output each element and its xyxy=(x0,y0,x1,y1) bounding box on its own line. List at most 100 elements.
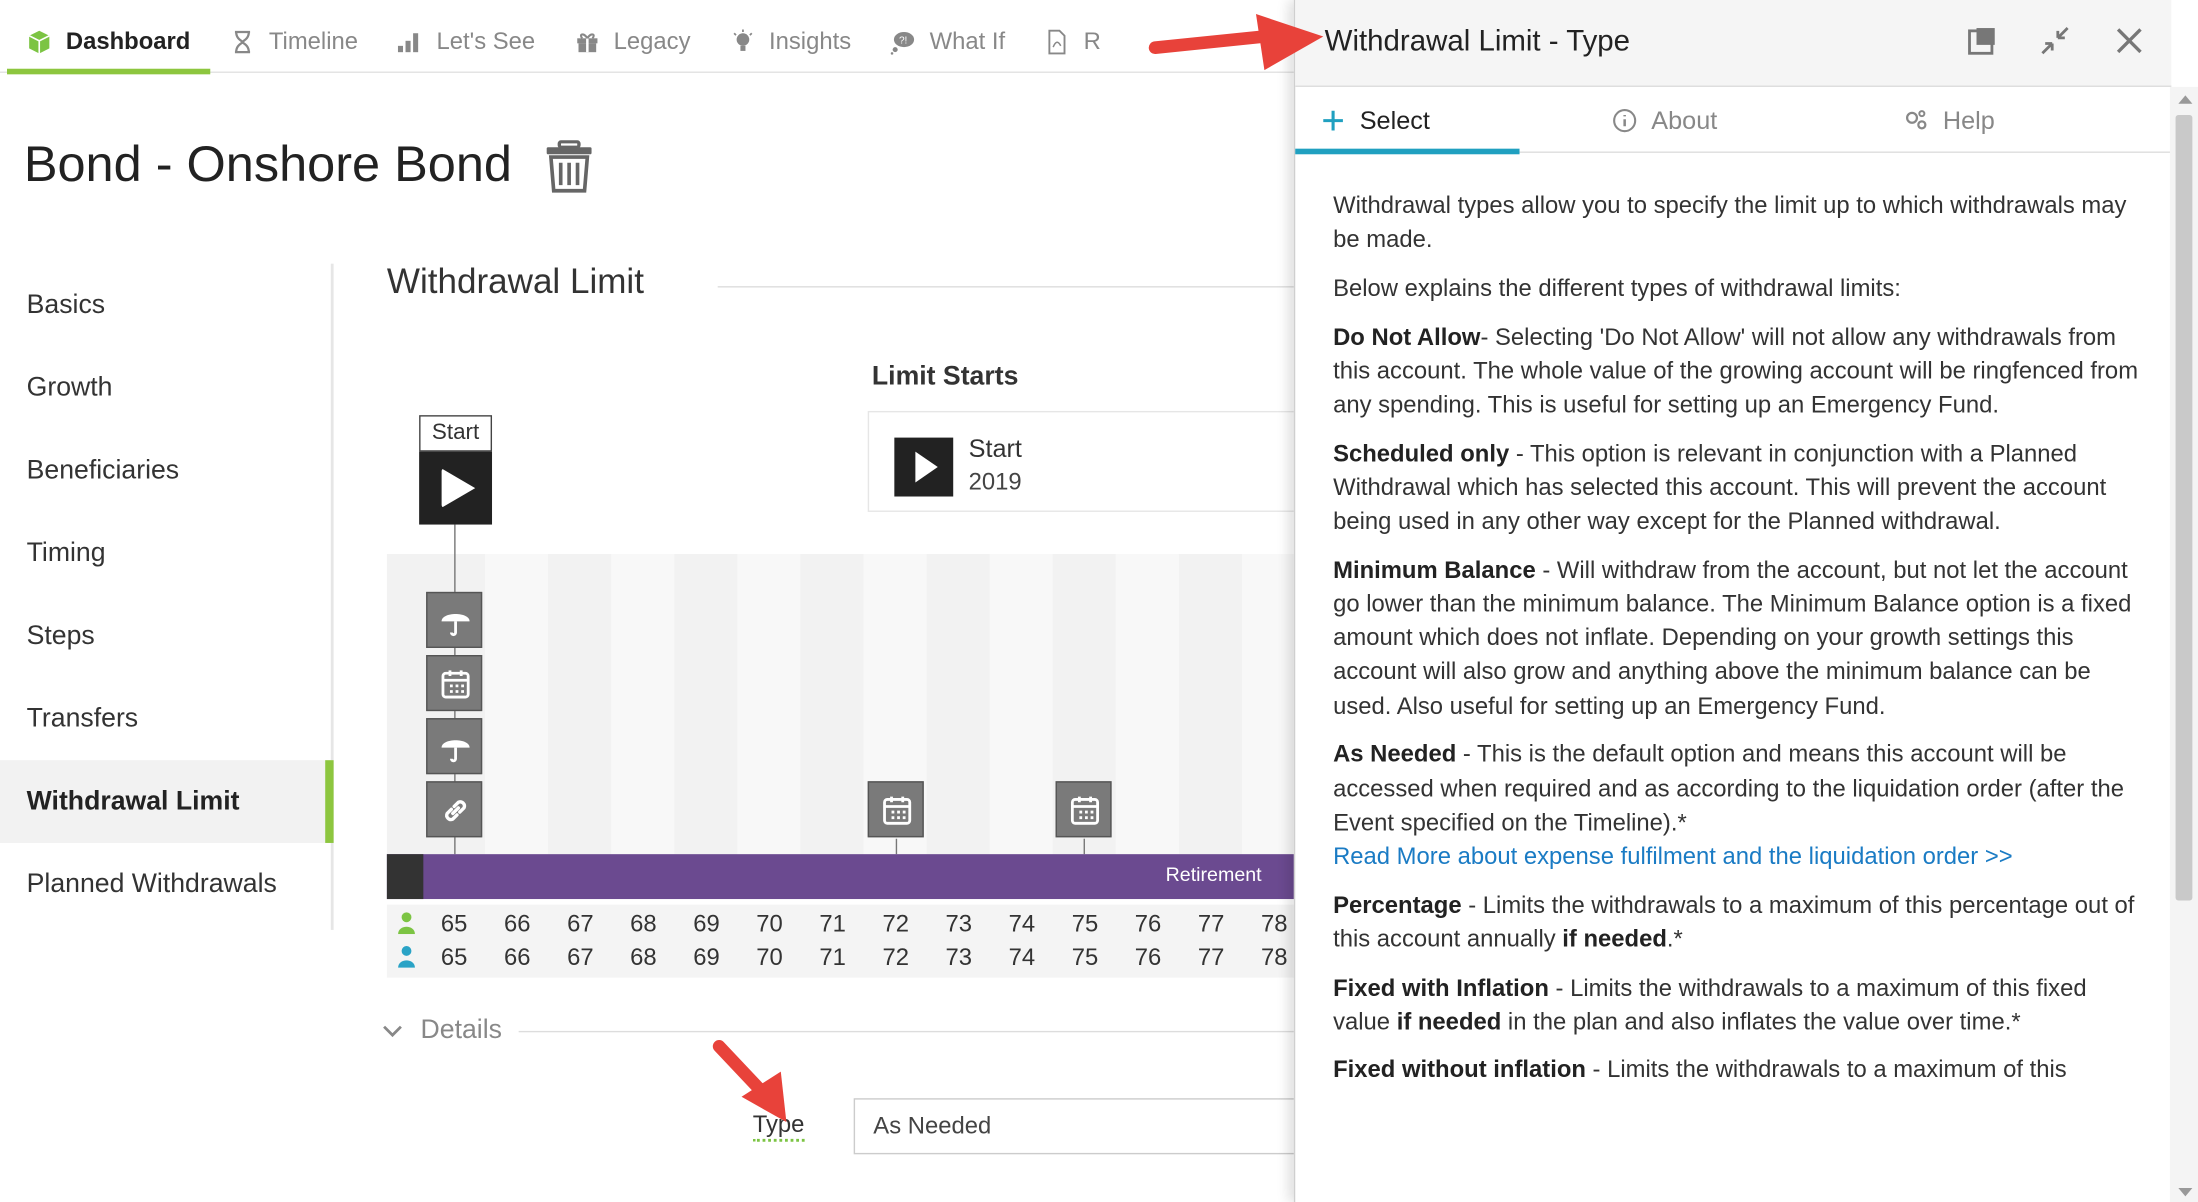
info-icon xyxy=(1613,109,1637,133)
event-calendar[interactable] xyxy=(1055,781,1112,838)
pre-retirement-segment xyxy=(386,854,424,900)
age-value: 69 xyxy=(693,943,720,971)
age-value: 67 xyxy=(567,910,594,937)
age-value: 74 xyxy=(1008,910,1036,937)
link-icon xyxy=(445,800,467,822)
event-link[interactable] xyxy=(426,781,483,838)
definition-term: As Needed xyxy=(1333,741,1457,768)
event-umbrella[interactable] xyxy=(426,718,483,775)
tab-label: About xyxy=(1651,105,1718,134)
nav-steps[interactable]: Steps xyxy=(0,595,331,678)
retirement-label: Retirement xyxy=(1165,862,1262,886)
panel-tabs: Select About Help xyxy=(1295,88,2172,155)
age-row-person1: 65 66 67 68 69 70 71 72 73 74 75 76 77 78 xyxy=(387,907,1312,941)
divider xyxy=(518,1030,1304,1033)
emphasis: if needed xyxy=(1396,1008,1502,1035)
timeline-stripe xyxy=(611,554,675,856)
limit-start-card[interactable]: Start 2019 xyxy=(867,410,1317,512)
age-value: 68 xyxy=(630,910,657,937)
nav-transfers[interactable]: Transfers xyxy=(0,677,331,760)
popout-icon[interactable] xyxy=(1967,25,1998,56)
tab-about[interactable]: About xyxy=(1612,88,1717,153)
event-calendar[interactable] xyxy=(426,655,483,712)
age-value: 77 xyxy=(1197,910,1225,937)
retirement-bar[interactable]: Retirement xyxy=(386,854,1313,900)
definition-text: - Limits the withdrawals to a maximum of… xyxy=(1585,1056,2067,1084)
timeline-stripe xyxy=(989,554,1053,856)
age-value: 75 xyxy=(1071,943,1099,971)
nav-withdrawal-limit[interactable]: Withdrawal Limit xyxy=(0,760,334,843)
age-value: 65 xyxy=(440,910,468,937)
nav-basics[interactable]: Basics xyxy=(0,264,331,347)
page-title: Bond - Onshore Bond xyxy=(23,134,512,193)
trash-icon[interactable] xyxy=(545,140,593,193)
panel-title: Withdrawal Limit - Type xyxy=(1324,25,1631,58)
read-more-link[interactable]: Read More about expense fulfilment and t… xyxy=(1333,843,2013,870)
tab-help[interactable]: Help xyxy=(1904,88,1995,153)
nav-label: Growth xyxy=(26,372,113,402)
connector-line xyxy=(1083,838,1085,855)
timeline-stripe xyxy=(485,554,549,856)
tab-legacy[interactable]: Legacy xyxy=(555,11,710,73)
tab-insights[interactable]: Insights xyxy=(710,11,871,73)
collapse-icon[interactable] xyxy=(2040,25,2071,56)
divider xyxy=(717,286,1307,288)
play-icon xyxy=(894,437,954,497)
person-icon xyxy=(398,946,415,968)
panel-body: Withdrawal types allow you to specify th… xyxy=(1333,189,2139,1102)
timeline-stripe xyxy=(1115,554,1179,856)
event-umbrella[interactable] xyxy=(426,591,483,648)
scroll-down-icon[interactable] xyxy=(2178,1187,2193,1197)
nav-growth[interactable]: Growth xyxy=(0,346,331,429)
lightbulb-icon xyxy=(732,28,752,51)
definition-term: Scheduled only xyxy=(1333,440,1510,467)
age-value: 71 xyxy=(819,910,846,937)
age-value: 69 xyxy=(693,910,720,937)
event-calendar[interactable] xyxy=(867,781,924,838)
tab-label: Select xyxy=(1359,105,1430,134)
nav-timing[interactable]: Timing xyxy=(0,512,331,595)
calendar-icon xyxy=(1070,796,1099,825)
age-row-person2: 65 66 67 68 69 70 71 72 73 74 75 76 77 78 xyxy=(387,941,1312,975)
tab-select[interactable]: Select xyxy=(1295,88,1520,155)
nav-planned-withdrawals[interactable]: Planned Withdrawals xyxy=(0,843,331,926)
details-toggle[interactable]: Details xyxy=(381,1015,502,1046)
tab-label: Help xyxy=(1942,105,1995,134)
nav-beneficiaries[interactable]: Beneficiaries xyxy=(0,429,331,512)
panel-scrollbar[interactable] xyxy=(2169,86,2198,1202)
tab-lets-see[interactable]: Let's See xyxy=(378,11,555,73)
plus-icon xyxy=(1323,110,1343,131)
tab-label: Legacy xyxy=(613,27,691,54)
definition-item: Fixed with Inflation - Limits the withdr… xyxy=(1333,971,2139,1039)
tab-what-if[interactable]: ?! What If xyxy=(871,11,1025,73)
start-marker-label: Start xyxy=(419,415,493,452)
connector-line xyxy=(895,838,898,855)
details-label: Details xyxy=(420,1015,502,1045)
age-value: 76 xyxy=(1134,943,1162,971)
tab-label: Dashboard xyxy=(65,27,191,54)
scroll-thumb[interactable] xyxy=(2175,115,2193,901)
nav-label: Basics xyxy=(26,289,106,320)
nav-label: Beneficiaries xyxy=(26,455,180,485)
umbrella-icon xyxy=(441,740,470,763)
age-value: 72 xyxy=(882,943,909,971)
gift-icon xyxy=(576,32,598,52)
tab-dashboard[interactable]: Dashboard xyxy=(7,11,210,74)
tab-reports[interactable]: R xyxy=(1025,11,1121,73)
age-value: 66 xyxy=(503,910,531,937)
type-select[interactable]: As Needed xyxy=(853,1098,1317,1155)
start-marker-play-icon[interactable] xyxy=(419,451,493,525)
cube-icon xyxy=(28,30,50,53)
nav-label: Withdrawal Limit xyxy=(26,786,240,816)
thought-bubble-icon: ?! xyxy=(891,31,915,54)
scroll-up-icon[interactable] xyxy=(2178,95,2193,104)
definition-item: Scheduled only - This option is relevant… xyxy=(1333,437,2139,539)
tab-timeline[interactable]: Timeline xyxy=(210,11,378,73)
umbrella-icon xyxy=(441,613,470,637)
tab-label: Insights xyxy=(769,27,852,54)
top-nav: Dashboard Timeline Let's See Legacy Insi… xyxy=(0,11,1304,74)
close-icon[interactable] xyxy=(2114,25,2145,56)
definition-term: Do Not Allow xyxy=(1333,323,1481,351)
age-rows: 65 66 67 68 69 70 71 72 73 74 75 76 77 78 65 66 67 68 69 7… xyxy=(386,904,1313,978)
age-value: 74 xyxy=(1008,943,1036,971)
